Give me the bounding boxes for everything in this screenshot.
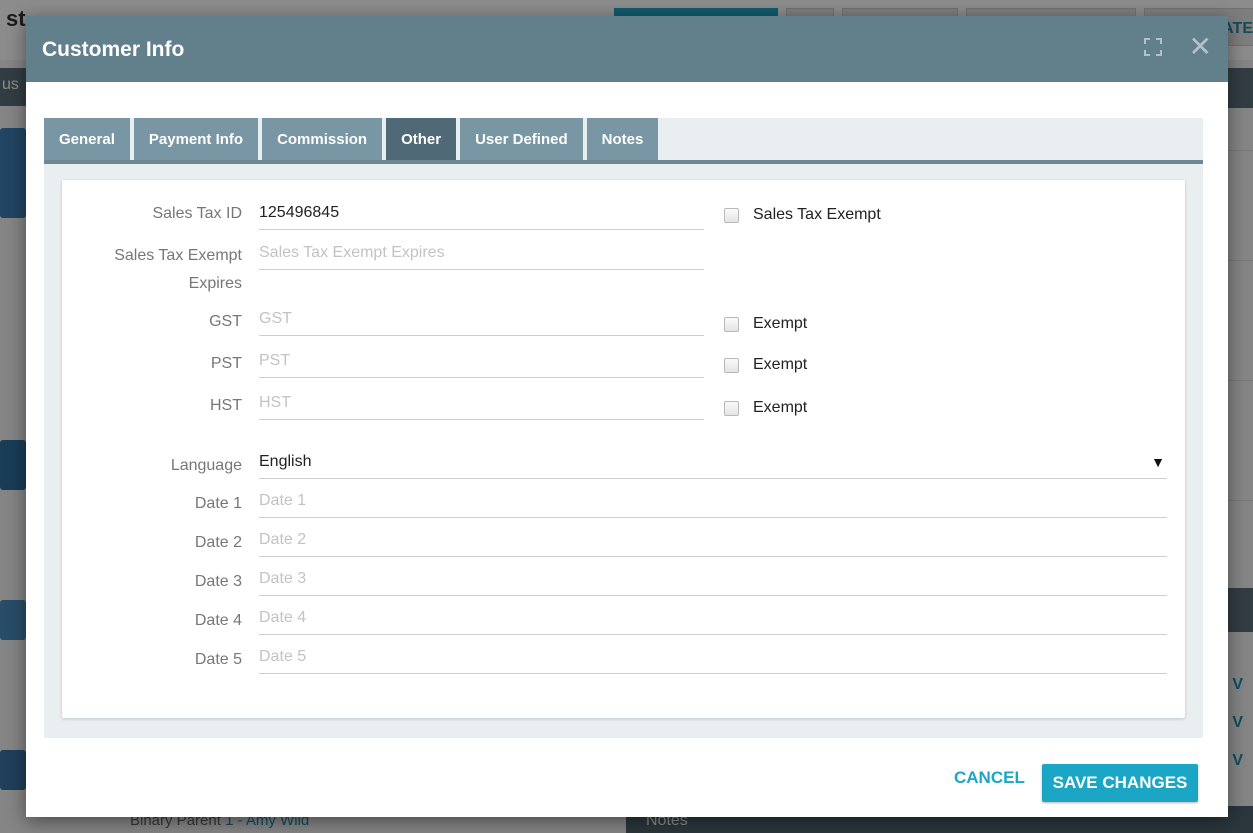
date2-label: Date 2 [194,534,242,551]
date2-field-wrap [259,525,1167,557]
sales-tax-exempt-expires-field-wrap [259,238,704,270]
pst-exempt-checkbox-wrap[interactable]: Exempt [724,356,807,374]
customer-info-dialog: Customer Info ✕ General Payment Info Com… [26,16,1228,817]
tab-commission[interactable]: Commission [262,118,383,160]
gst-label: GST [209,313,242,330]
expand-icon[interactable] [1144,38,1162,56]
hst-label: HST [210,397,242,414]
close-icon[interactable]: ✕ [1189,33,1212,61]
tab-user-defined[interactable]: User Defined [460,118,583,160]
sales-tax-id-field-wrap [259,198,704,230]
pst-exempt-checkbox[interactable] [724,357,739,373]
tab-general[interactable]: General [44,118,130,160]
save-changes-button[interactable]: SAVE CHANGES [1042,764,1198,802]
tab-notes[interactable]: Notes [586,118,659,160]
date5-field[interactable] [259,642,1167,672]
pst-field[interactable] [259,346,704,376]
date5-field-wrap [259,642,1167,674]
hst-exempt-checkbox-wrap[interactable]: Exempt [724,399,807,417]
cancel-button[interactable]: CANCEL [954,768,1025,788]
date4-field-wrap [259,603,1167,635]
date1-label: Date 1 [194,495,242,512]
date3-field[interactable] [259,564,1167,594]
sales-tax-id-label: Sales Tax ID [152,205,242,222]
sales-tax-exempt-expires-label: Sales Tax Exempt Expires [62,242,242,298]
tab-underline [44,160,1203,164]
hst-field[interactable] [259,388,704,418]
date5-label: Date 5 [194,651,242,668]
hst-field-wrap [259,388,704,420]
gst-exempt-checkbox[interactable] [724,316,739,332]
tab-bar: General Payment Info Commission Other Us… [44,118,662,162]
pst-label: PST [210,355,242,372]
hst-exempt-checkbox[interactable] [724,400,739,416]
gst-exempt-checkbox-wrap[interactable]: Exempt [724,315,807,333]
date1-field[interactable] [259,486,1167,516]
pst-field-wrap [259,346,704,378]
date3-label: Date 3 [194,573,242,590]
language-select[interactable]: English ▼ [259,447,1167,479]
language-label: Language [170,457,242,474]
gst-field[interactable] [259,304,704,334]
sales-tax-exempt-label: Sales Tax Exempt [753,206,881,223]
other-tab-panel: Sales Tax ID Sales Tax Exempt Sales Tax … [62,180,1185,718]
tab-other[interactable]: Other [386,118,457,160]
sales-tax-exempt-expires-label-line2: Expires [188,275,242,292]
sales-tax-id-field[interactable] [259,198,704,228]
dialog-title: Customer Info [42,38,185,61]
date4-field[interactable] [259,603,1167,633]
gst-exempt-label: Exempt [753,315,808,332]
hst-exempt-label: Exempt [753,399,808,416]
chevron-down-icon: ▼ [1151,454,1165,470]
gst-field-wrap [259,304,704,336]
dialog-header: Customer Info ✕ [26,16,1228,82]
sales-tax-exempt-checkbox[interactable] [724,207,739,223]
date2-field[interactable] [259,525,1167,555]
sales-tax-exempt-expires-label-line1: Sales Tax Exempt [114,247,242,264]
date1-field-wrap [259,486,1167,518]
tab-container: General Payment Info Commission Other Us… [44,118,1203,738]
date3-field-wrap [259,564,1167,596]
tab-payment-info[interactable]: Payment Info [133,118,259,160]
sales-tax-exempt-expires-field[interactable] [259,238,704,268]
date4-label: Date 4 [194,612,242,629]
language-selected-value: English [259,453,312,470]
sales-tax-exempt-checkbox-wrap[interactable]: Sales Tax Exempt [724,206,881,224]
pst-exempt-label: Exempt [753,356,808,373]
